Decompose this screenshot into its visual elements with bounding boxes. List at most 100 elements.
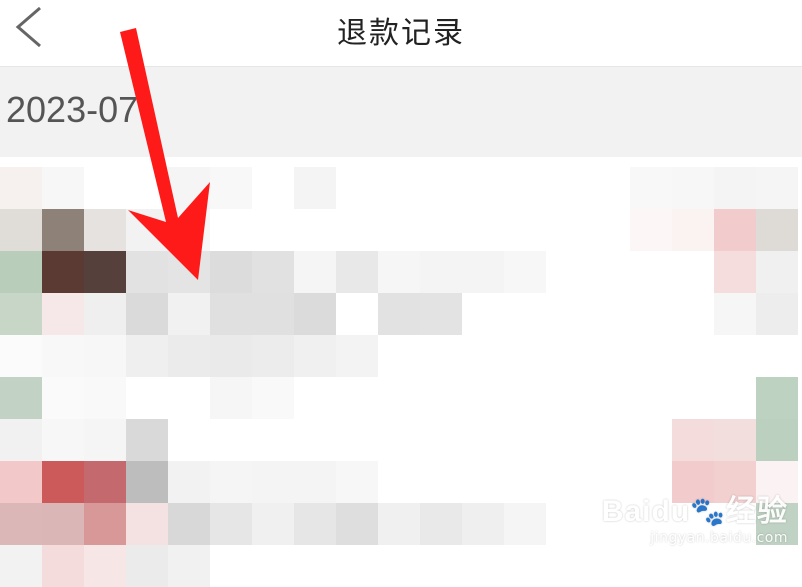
mosaic-block — [84, 251, 126, 293]
mosaic-block — [84, 209, 126, 251]
mosaic-block — [168, 461, 210, 503]
mosaic-block — [42, 503, 84, 545]
mosaic-block — [210, 503, 252, 545]
mosaic-block — [630, 167, 672, 209]
mosaic-block — [294, 167, 336, 209]
mosaic-block — [756, 167, 798, 209]
mosaic-block — [210, 335, 252, 377]
mosaic-block — [0, 377, 42, 419]
date-label: 2023-07 — [6, 89, 139, 130]
mosaic-block — [0, 545, 42, 587]
mosaic-block — [168, 503, 210, 545]
page-title: 退款记录 — [337, 16, 465, 51]
mosaic-block — [252, 293, 294, 335]
mosaic-block — [336, 293, 378, 335]
mosaic-block — [378, 251, 420, 293]
mosaic-block — [504, 503, 546, 545]
mosaic-block — [0, 293, 42, 335]
mosaic-block — [84, 335, 126, 377]
mosaic-block — [210, 293, 252, 335]
mosaic-block — [672, 167, 714, 209]
mosaic-block — [0, 419, 42, 461]
mosaic-block — [210, 167, 252, 209]
mosaic-block — [294, 461, 336, 503]
mosaic-block — [168, 167, 210, 209]
mosaic-block — [672, 209, 714, 251]
mosaic-block — [420, 293, 462, 335]
mosaic-block — [126, 545, 168, 587]
mosaic-block — [462, 503, 504, 545]
mosaic-block — [252, 461, 294, 503]
mosaic-block — [504, 251, 546, 293]
mosaic-block — [294, 335, 336, 377]
mosaic-block — [0, 251, 42, 293]
paw-icon: 🐾 — [690, 496, 726, 527]
mosaic-block — [714, 251, 756, 293]
mosaic-block — [168, 251, 210, 293]
mosaic-block — [168, 335, 210, 377]
mosaic-block — [294, 251, 336, 293]
mosaic-block — [252, 377, 294, 419]
mosaic-block — [630, 209, 672, 251]
mosaic-block — [42, 545, 84, 587]
mosaic-block — [126, 293, 168, 335]
mosaic-block — [252, 251, 294, 293]
mosaic-block — [210, 251, 252, 293]
mosaic-block — [84, 545, 126, 587]
mosaic-block — [336, 461, 378, 503]
mosaic-block — [420, 503, 462, 545]
mosaic-block — [336, 503, 378, 545]
mosaic-block — [252, 335, 294, 377]
mosaic-block — [378, 503, 420, 545]
mosaic-block — [126, 209, 168, 251]
mosaic-block — [0, 503, 42, 545]
mosaic-block — [0, 209, 42, 251]
mosaic-block — [42, 167, 84, 209]
date-section-header: 2023-07 — [0, 67, 802, 157]
mosaic-block — [42, 461, 84, 503]
mosaic-block — [210, 377, 252, 419]
mosaic-block — [42, 377, 84, 419]
mosaic-block — [42, 209, 84, 251]
mosaic-block — [714, 167, 756, 209]
mosaic-block — [0, 461, 42, 503]
mosaic-block — [294, 503, 336, 545]
mosaic-block — [42, 251, 84, 293]
mosaic-block — [252, 503, 294, 545]
mosaic-block — [756, 377, 798, 419]
mosaic-block — [84, 503, 126, 545]
mosaic-block — [756, 251, 798, 293]
mosaic-block — [84, 293, 126, 335]
mosaic-block — [756, 419, 798, 461]
mosaic-block — [294, 293, 336, 335]
mosaic-block — [714, 293, 756, 335]
baidu-jingyan-watermark: Baidu🐾经验 jingyan.baidu.com — [602, 486, 788, 546]
top-nav-bar: 退款记录 — [0, 0, 802, 67]
watermark-logo-text: Baidu — [601, 495, 691, 528]
mosaic-block — [714, 419, 756, 461]
mosaic-block — [336, 335, 378, 377]
mosaic-block — [462, 251, 504, 293]
mosaic-block — [756, 293, 798, 335]
mosaic-block — [168, 293, 210, 335]
watermark-url: jingyan.baidu.com — [650, 530, 788, 546]
mosaic-block — [336, 251, 378, 293]
mosaic-block — [126, 419, 168, 461]
mosaic-block — [84, 419, 126, 461]
mosaic-block — [42, 419, 84, 461]
mosaic-block — [42, 293, 84, 335]
mosaic-block — [378, 293, 420, 335]
mosaic-block — [756, 209, 798, 251]
mosaic-block — [126, 503, 168, 545]
mosaic-block — [0, 167, 42, 209]
mosaic-block — [714, 209, 756, 251]
mosaic-block — [0, 335, 42, 377]
mosaic-block — [672, 419, 714, 461]
watermark-logo-cn: 经验 — [726, 495, 788, 528]
mosaic-block — [42, 335, 84, 377]
mosaic-block — [126, 461, 168, 503]
mosaic-block — [126, 251, 168, 293]
mosaic-block — [84, 377, 126, 419]
mosaic-block — [210, 461, 252, 503]
mosaic-block — [168, 545, 210, 587]
